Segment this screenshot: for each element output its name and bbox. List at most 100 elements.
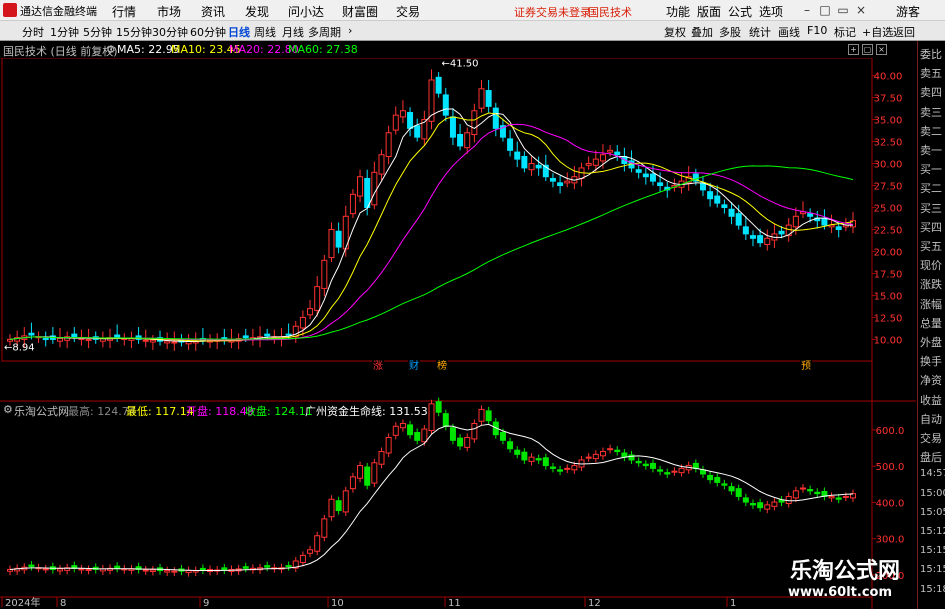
menu-discover[interactable]: 发现: [245, 3, 269, 20]
indicator-bar: [549, 466, 556, 469]
side-panel-item[interactable]: 交易: [920, 430, 942, 446]
guest-label[interactable]: 游客: [896, 3, 920, 20]
indicator-bar: [378, 451, 385, 465]
indicator-bar: [392, 425, 399, 436]
indicator-low: 最低: 117.14: [126, 405, 194, 418]
period-dropdown-icon[interactable]: ›: [348, 24, 352, 37]
menu-layout[interactable]: 版面: [697, 3, 721, 20]
indicator-axis-label: 400.0: [876, 498, 905, 509]
side-panel-item[interactable]: 外盘: [920, 334, 942, 350]
kline-chart[interactable]: 40.00 37.50 35.00 32.50 30.00 27.50 25.00 22.50…: [0, 41, 916, 609]
candle-body: [149, 339, 156, 343]
side-panel-item[interactable]: 卖四: [920, 84, 942, 100]
candle-body: [514, 151, 521, 160]
gear-icon[interactable]: ⚙: [106, 43, 116, 56]
candle-body: [507, 138, 514, 151]
side-panel-item[interactable]: 自动: [920, 411, 942, 427]
side-panel-item[interactable]: 盘后: [920, 449, 942, 465]
multi-stock-button[interactable]: 多股: [719, 24, 741, 40]
indicator-bar: [171, 570, 178, 573]
menu-exchange[interactable]: 市场: [157, 3, 181, 20]
side-panel-item[interactable]: 总量: [920, 315, 942, 331]
side-panel-item[interactable]: 15:05: [920, 507, 945, 518]
price-axis-label: 35.00: [874, 116, 903, 127]
menu-options[interactable]: 选项: [759, 3, 783, 20]
period-daily[interactable]: 日线: [228, 24, 250, 40]
close-icon[interactable]: ×: [854, 3, 868, 17]
candle-body: [635, 169, 642, 173]
side-panel-item[interactable]: 卖二: [920, 123, 942, 139]
side-panel-item[interactable]: 14:57: [920, 468, 945, 479]
period-30min[interactable]: 30分钟: [152, 24, 188, 40]
stats-button[interactable]: 统计: [749, 24, 771, 40]
candle-body: [742, 226, 749, 235]
side-panel-item[interactable]: 15:12: [920, 526, 945, 537]
side-panel-item[interactable]: 涨幅: [920, 296, 942, 312]
add-watchlist-button[interactable]: +自选: [862, 24, 893, 40]
menu-formula[interactable]: 公式: [728, 3, 752, 20]
indicator-bar: [364, 466, 371, 486]
event-marker: 财: [409, 359, 419, 372]
period-60min[interactable]: 60分钟: [190, 24, 226, 40]
menu-function[interactable]: 功能: [666, 3, 690, 20]
side-panel-item[interactable]: 买二: [920, 180, 942, 196]
indicator-bar: [799, 487, 806, 490]
adjust-button[interactable]: 复权: [664, 24, 686, 40]
back-button[interactable]: 返回: [893, 24, 915, 40]
side-panel-item[interactable]: 卖一: [920, 142, 942, 158]
indicator-bar: [657, 469, 664, 472]
panel-close-icon[interactable]: ×: [876, 44, 887, 55]
f10-button[interactable]: F10: [807, 24, 827, 37]
candle-body: [757, 235, 764, 244]
indicator-axis-label: 600.0: [876, 426, 905, 437]
gear-icon[interactable]: ⚙: [3, 403, 13, 416]
mark-button[interactable]: 标记: [834, 24, 856, 40]
candle-body: [735, 213, 742, 226]
side-panel-item[interactable]: 15:00: [920, 488, 945, 499]
menu-news[interactable]: 资讯: [201, 3, 225, 20]
candle-body: [792, 215, 799, 228]
period-weekly[interactable]: 周线: [254, 24, 276, 40]
candle-body: [657, 182, 664, 187]
minimize-icon[interactable]: –: [800, 3, 814, 17]
candle-body: [557, 182, 564, 187]
trade-login-status[interactable]: 证券交易未登录: [514, 4, 591, 20]
menu-market[interactable]: 行情: [112, 3, 136, 20]
candle-body: [564, 180, 571, 184]
indicator-bar: [349, 476, 356, 490]
restore-panel-icon[interactable]: ▢: [862, 44, 873, 55]
price-axis-label: 30.00: [874, 160, 903, 171]
period-15min[interactable]: 15分钟: [116, 24, 152, 40]
side-panel-item[interactable]: 买三: [920, 200, 942, 216]
menu-wealth-circle[interactable]: 财富圈: [342, 3, 378, 20]
side-panel-item[interactable]: 卖五: [920, 65, 942, 81]
menu-ask[interactable]: 问小达: [288, 3, 324, 20]
menu-bar: 通达信金融终端 行情 市场 资讯 发现 问小达 财富圈 交易 证券交易未登录 国…: [0, 0, 945, 21]
side-panel-item[interactable]: 收益: [920, 392, 942, 408]
side-panel-item[interactable]: 委比: [920, 46, 942, 62]
indicator-bar: [649, 462, 656, 469]
side-panel-item[interactable]: 涨跌: [920, 276, 942, 292]
menu-trade[interactable]: 交易: [396, 3, 420, 20]
side-panel-item[interactable]: 买五: [920, 238, 942, 254]
side-panel-item[interactable]: 换手: [920, 353, 942, 369]
side-panel-item[interactable]: 净资: [920, 372, 942, 388]
indicator-bar: [792, 490, 799, 499]
side-panel-item[interactable]: 买一: [920, 161, 942, 177]
watermark-title: 乐淘公式网: [790, 559, 901, 584]
period-1min[interactable]: 1分钟: [50, 24, 79, 40]
expand-icon[interactable]: +: [848, 44, 859, 55]
draw-line-button[interactable]: 画线: [778, 24, 800, 40]
side-panel-item[interactable]: 买四: [920, 219, 942, 235]
overlay-button[interactable]: 叠加: [691, 24, 713, 40]
period-5min[interactable]: 5分钟: [83, 24, 112, 40]
restore-icon[interactable]: ▭: [836, 3, 850, 17]
indicator-bar: [114, 565, 121, 569]
maximize-icon[interactable]: □: [818, 3, 832, 17]
side-panel-item[interactable]: 现价: [920, 257, 942, 273]
side-panel-item[interactable]: 卖三: [920, 104, 942, 120]
price-axis-label: 17.50: [874, 269, 903, 280]
period-tick[interactable]: 分时: [22, 24, 44, 40]
period-monthly[interactable]: 月线: [282, 24, 304, 40]
period-multi[interactable]: 多周期: [308, 24, 341, 40]
